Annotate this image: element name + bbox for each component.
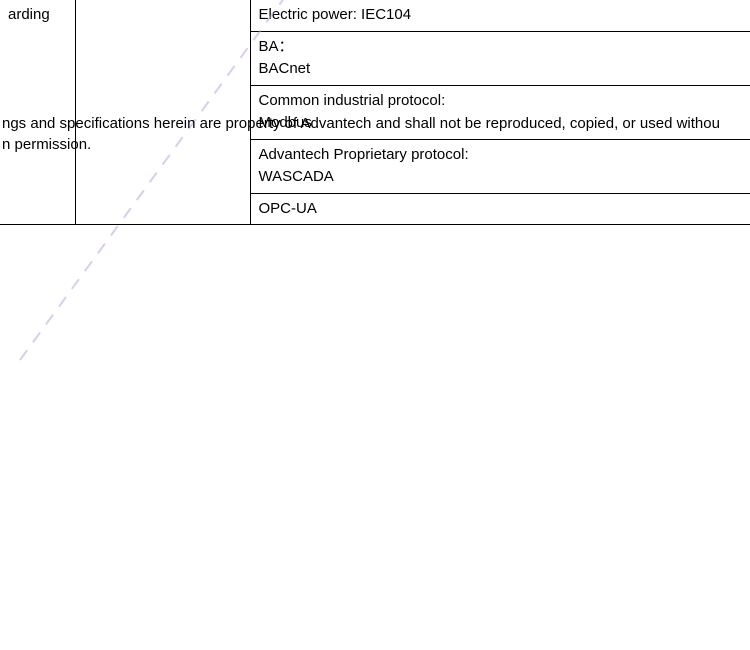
footer-line2: n permission. <box>2 136 91 153</box>
table-row: OPC-UA <box>250 193 750 225</box>
table-col1-label: arding <box>0 0 75 193</box>
document-body: arding Electric power: IEC104 BA： BACnet… <box>0 0 750 225</box>
footer-line1: ngs and specifications herein are proper… <box>2 115 720 132</box>
footer-text: ngs and specifications herein are proper… <box>0 113 750 155</box>
table-row: Electric power: IEC104 <box>250 0 750 31</box>
table-col1-bottom <box>0 193 75 225</box>
table-row: BA： BACnet <box>250 31 750 85</box>
